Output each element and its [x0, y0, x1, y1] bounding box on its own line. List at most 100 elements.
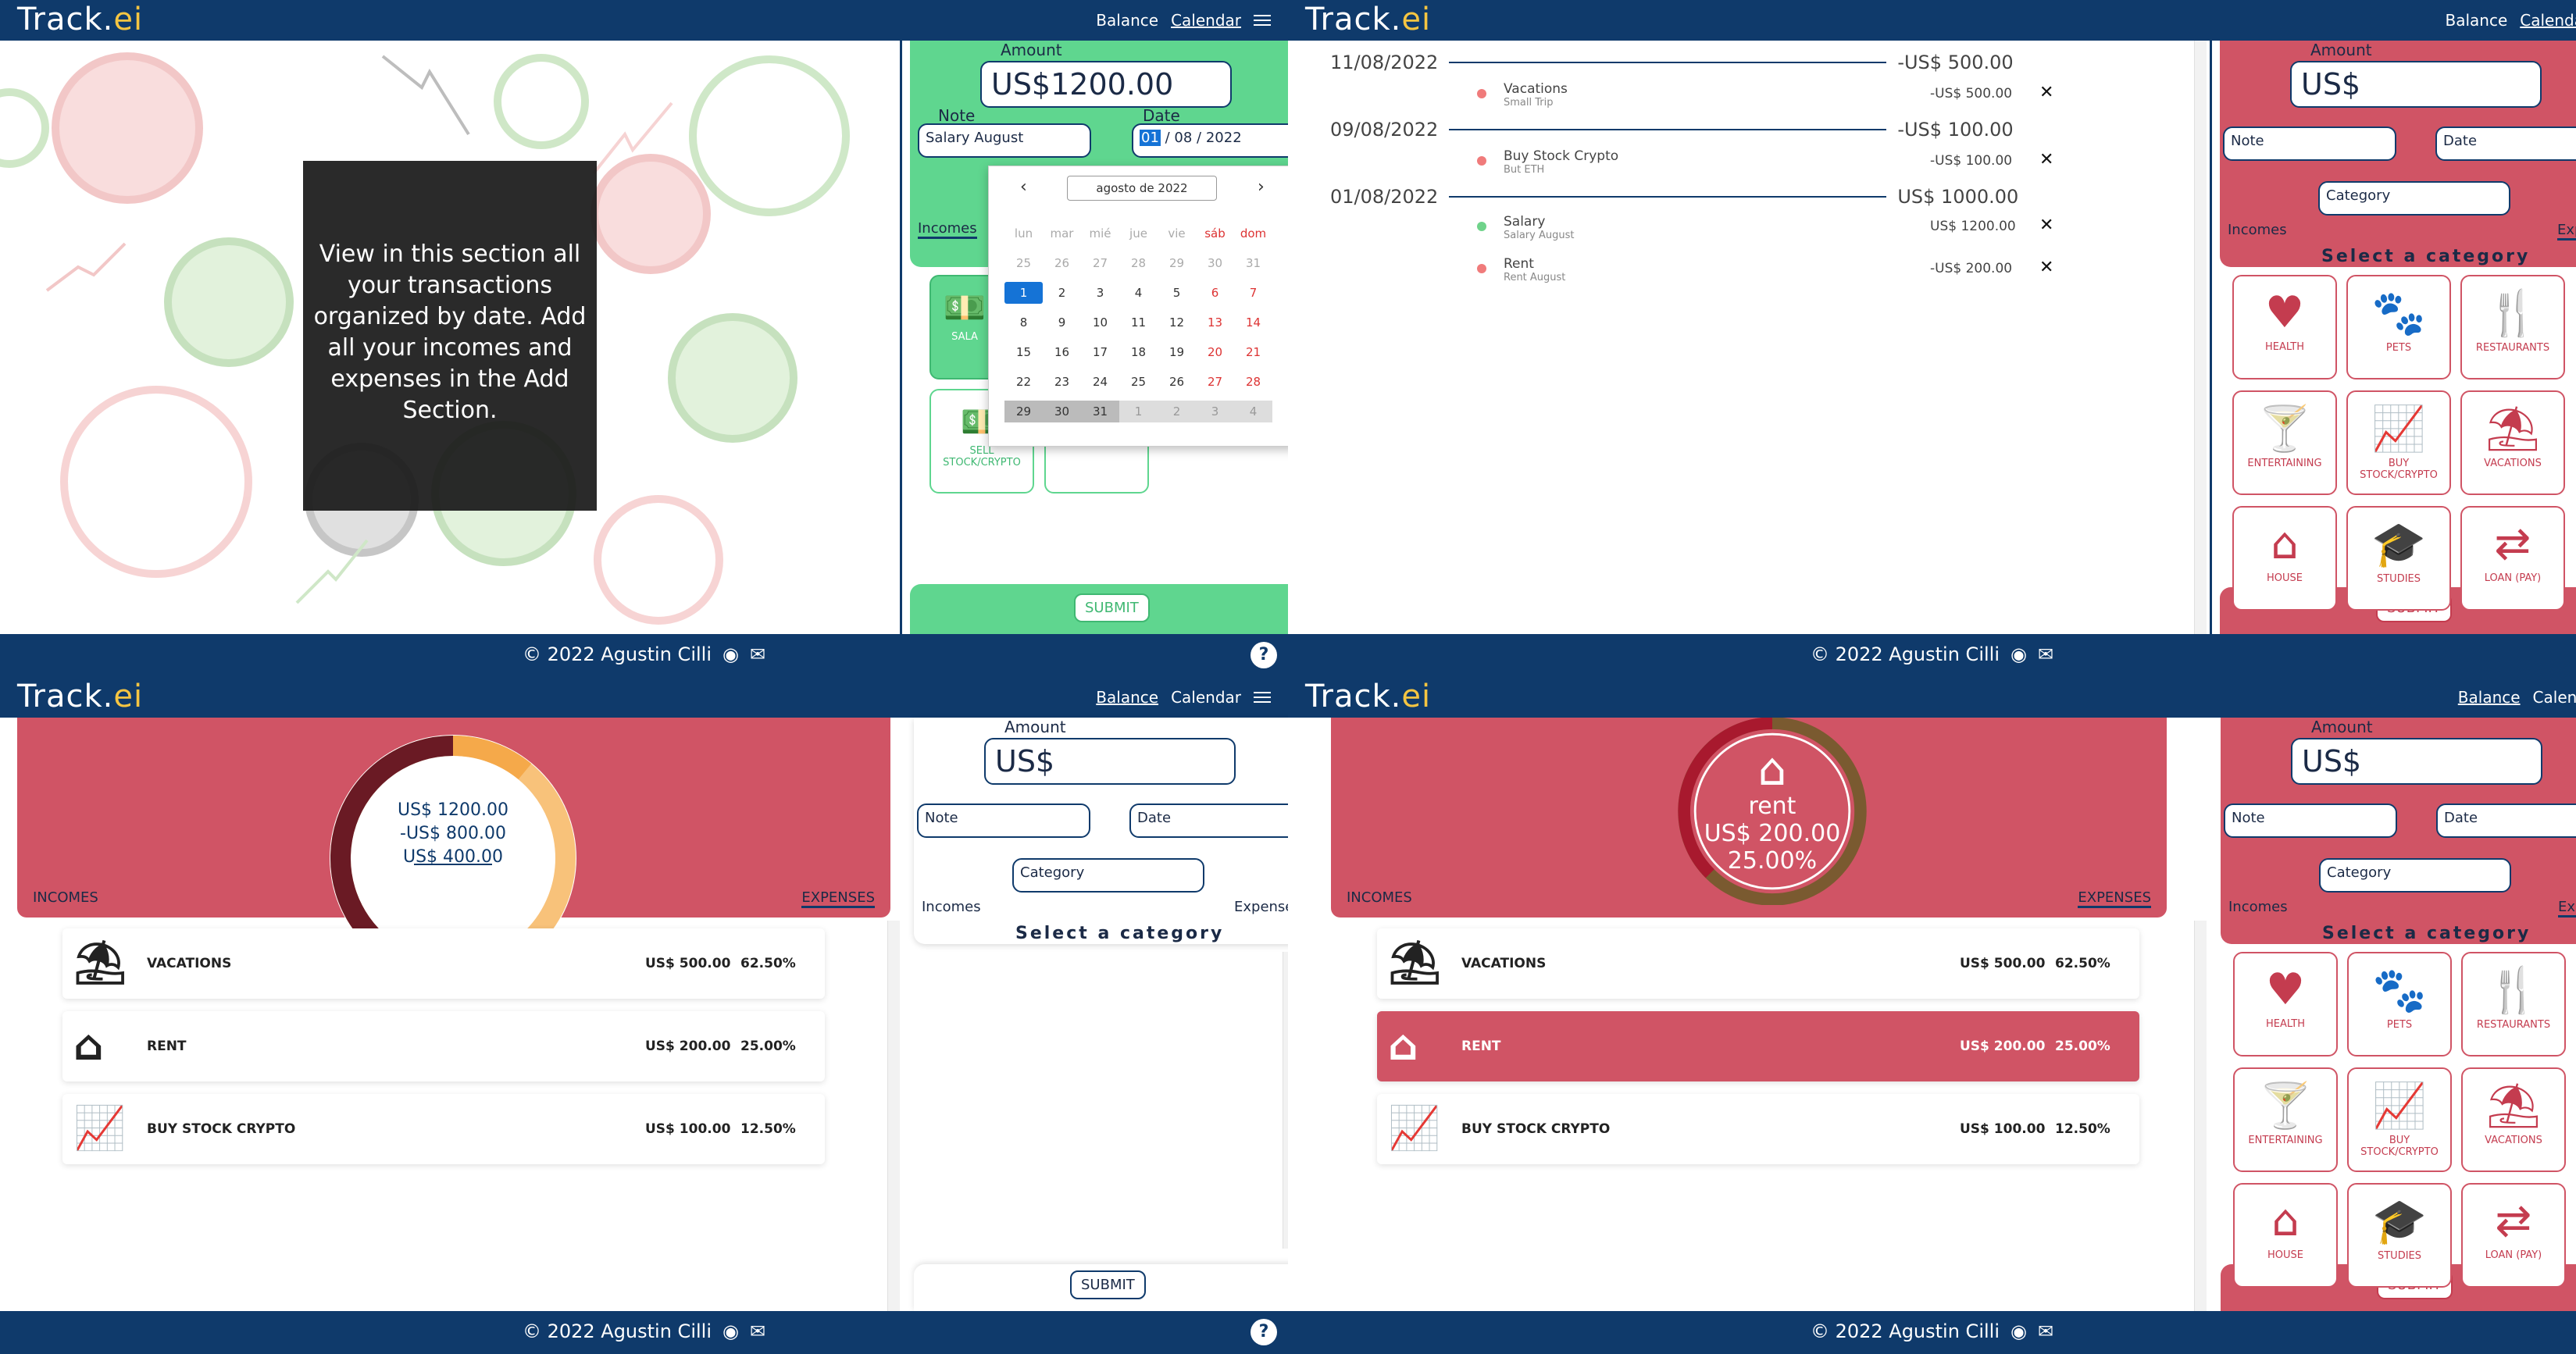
logo[interactable]: Track.ei — [1305, 679, 1431, 714]
category-vacations[interactable]: ⛱ VACATIONS — [2461, 1067, 2566, 1172]
calendar-day[interactable]: 11 — [1119, 312, 1158, 333]
date-input[interactable]: Date — [2436, 803, 2576, 838]
submit-button[interactable]: SUBMIT — [1074, 593, 1150, 622]
prev-month-icon[interactable]: ‹ — [1020, 177, 1027, 197]
expense-row[interactable]: ⌂ RENT US$ 200.00 25.00% — [1377, 1011, 2139, 1081]
calendar-day[interactable]: 2 — [1043, 282, 1081, 304]
category-input[interactable]: Category — [1012, 858, 1204, 893]
calendar-day[interactable]: 8 — [1004, 312, 1043, 333]
calendar-day[interactable]: 21 — [1234, 341, 1272, 363]
calendar-day[interactable]: 26 — [1043, 252, 1081, 274]
date-input[interactable]: Date — [2435, 126, 2576, 161]
category-health[interactable]: ♥ HEALTH — [2232, 275, 2337, 379]
expense-row[interactable]: 📈 BUY STOCK CRYPTO US$ 100.00 12.50% — [62, 1094, 825, 1164]
scrollbar[interactable] — [2194, 921, 2207, 1311]
nav-balance[interactable]: Balance — [1096, 688, 1158, 707]
expense-row[interactable]: ⛱ VACATIONS US$ 500.00 62.50% — [62, 928, 825, 999]
category-buy-stock-crypto[interactable]: 📈 BUY STOCK/CRYPTO — [2346, 390, 2451, 495]
calendar-day[interactable]: 14 — [1234, 312, 1272, 333]
help-button[interactable]: ? — [1251, 1319, 1277, 1345]
category-loan-pay-[interactable]: ⇄ LOAN (PAY) — [2460, 506, 2565, 611]
calendar-day[interactable]: 20 — [1196, 341, 1234, 363]
calendar-day[interactable]: 18 — [1119, 341, 1158, 363]
calendar-day[interactable]: 29 — [1158, 252, 1196, 274]
calendar-day[interactable]: 1 — [1119, 401, 1158, 422]
calendar-day[interactable]: 25 — [1004, 252, 1043, 274]
calendar-day[interactable]: 27 — [1196, 371, 1234, 393]
remove-icon[interactable]: ✕ — [2039, 83, 2053, 102]
category-input[interactable]: Category — [2319, 858, 2511, 893]
category-entertaining[interactable]: 🍸 ENTERTAINING — [2232, 390, 2337, 495]
tab-expenses[interactable]: Expenses — [1234, 899, 1288, 915]
calendar-day[interactable]: 27 — [1081, 252, 1119, 274]
menu-icon[interactable] — [1254, 692, 1271, 703]
amount-input[interactable]: US$ — [2290, 61, 2542, 108]
calendar-day[interactable]: 31 — [1234, 252, 1272, 274]
calendar-day[interactable]: 29 — [1004, 401, 1043, 422]
note-input[interactable]: Note — [2224, 803, 2397, 838]
calendar-day[interactable]: 28 — [1119, 252, 1158, 274]
scrollbar[interactable] — [887, 921, 900, 1311]
category-input[interactable]: Category — [2318, 181, 2510, 216]
category-restaurants[interactable]: 🍴 RESTAURANTS — [2461, 952, 2566, 1056]
help-button[interactable]: ? — [1251, 642, 1277, 668]
expense-row[interactable]: ⛱ VACATIONS US$ 500.00 62.50% — [1377, 928, 2139, 999]
category-studies[interactable]: 🎓 STUDIES — [2346, 506, 2451, 611]
nav-calendar[interactable]: Calendar — [1171, 688, 1241, 707]
remove-icon[interactable]: ✕ — [2039, 150, 2053, 169]
calendar-day[interactable]: 13 — [1196, 312, 1234, 333]
mail-icon[interactable]: ✉ — [750, 643, 765, 665]
logo[interactable]: Track.ei — [17, 679, 143, 714]
tab-incomes[interactable]: Incomes — [922, 899, 981, 915]
nav-balance[interactable]: Balance — [2446, 11, 2508, 30]
calendar-day[interactable]: 3 — [1196, 401, 1234, 422]
nav-balance[interactable]: Balance — [2458, 688, 2521, 707]
note-input[interactable]: Note — [2223, 126, 2396, 161]
github-icon[interactable]: ◉ — [2010, 1320, 2027, 1342]
logo[interactable]: Track.ei — [17, 2, 143, 37]
date-input[interactable]: 01 / 08 / 2022 — [1132, 123, 1288, 158]
tab-incomes[interactable]: Incomes — [2228, 222, 2287, 238]
amount-input[interactable]: US$ — [984, 738, 1236, 785]
tab-incomes[interactable]: Incomes — [2228, 899, 2288, 915]
calendar-day[interactable]: 22 — [1004, 371, 1043, 393]
calendar-day[interactable]: 7 — [1234, 282, 1272, 304]
mail-icon[interactable]: ✉ — [2038, 1320, 2053, 1342]
note-input[interactable]: Note — [917, 803, 1090, 838]
calendar-day[interactable]: 12 — [1158, 312, 1196, 333]
menu-icon[interactable] — [1254, 15, 1271, 26]
tab-expenses[interactable]: EXPENSES — [2078, 889, 2151, 908]
calendar-day[interactable]: 17 — [1081, 341, 1119, 363]
calendar-day[interactable]: 3 — [1081, 282, 1119, 304]
calendar-day[interactable]: 6 — [1196, 282, 1234, 304]
tab-expenses[interactable]: Expe — [2558, 899, 2576, 918]
remove-icon[interactable]: ✕ — [2039, 258, 2053, 277]
calendar-day[interactable]: 30 — [1043, 401, 1081, 422]
category-pets[interactable]: 🐾 PETS — [2346, 275, 2451, 379]
calendar-day[interactable]: 9 — [1043, 312, 1081, 333]
category-health[interactable]: ♥ HEALTH — [2233, 952, 2338, 1056]
category-loan-pay-[interactable]: ⇄ LOAN (PAY) — [2461, 1183, 2566, 1288]
scrollbar[interactable] — [1283, 952, 1288, 1249]
calendar-day[interactable]: 16 — [1043, 341, 1081, 363]
nav-calendar[interactable]: Calenda — [2520, 11, 2576, 30]
category-restaurants[interactable]: 🍴 RESTAURANTS — [2460, 275, 2565, 379]
category-entertaining[interactable]: 🍸 ENTERTAINING — [2233, 1067, 2338, 1172]
github-icon[interactable]: ◉ — [2010, 643, 2027, 665]
calendar-day[interactable]: 1 — [1004, 282, 1043, 304]
calendar-day[interactable]: 4 — [1119, 282, 1158, 304]
calendar-day[interactable]: 26 — [1158, 371, 1196, 393]
scrollbar[interactable] — [2194, 41, 2207, 634]
expense-row[interactable]: 📈 BUY STOCK CRYPTO US$ 100.00 12.50% — [1377, 1094, 2139, 1164]
tab-expenses[interactable]: Expe — [2557, 222, 2576, 241]
calendar-day[interactable]: 31 — [1081, 401, 1119, 422]
calendar-day[interactable]: 28 — [1234, 371, 1272, 393]
calendar-day[interactable]: 15 — [1004, 341, 1043, 363]
calendar-day[interactable]: 23 — [1043, 371, 1081, 393]
calendar-day[interactable]: 19 — [1158, 341, 1196, 363]
calendar-day[interactable]: 4 — [1234, 401, 1272, 422]
tab-incomes[interactable]: Incomes — [918, 220, 977, 239]
category-house[interactable]: ⌂ HOUSE — [2233, 1183, 2338, 1288]
calendar-day[interactable]: 24 — [1081, 371, 1119, 393]
calendar-day[interactable]: 5 — [1158, 282, 1196, 304]
